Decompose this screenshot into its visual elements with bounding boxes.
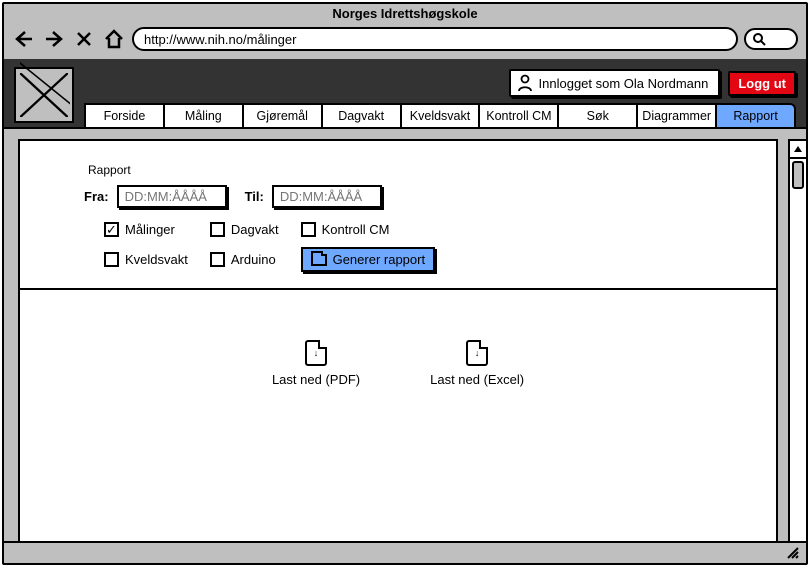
forward-button[interactable]	[42, 28, 66, 50]
browser-toolbar: http://www.nih.no/målinger	[4, 23, 806, 59]
fieldset-legend: Rapport	[84, 163, 135, 177]
search-icon	[752, 32, 766, 46]
logged-in-text: Innlogget som Ola Nordmann	[539, 76, 709, 91]
from-label: Fra:	[84, 189, 109, 204]
tab-rapport[interactable]: Rapport	[715, 103, 796, 127]
checkbox-icon	[210, 222, 225, 237]
tab-diagrammer[interactable]: Diagrammer	[636, 103, 717, 127]
download-pdf-button[interactable]: ↓ Last ned (PDF)	[272, 340, 360, 387]
scroll-up-button[interactable]	[790, 141, 806, 159]
nav-tabs: Forside Måling Gjøremål Dagvakt Kveldsva…	[84, 103, 796, 127]
check-arduino[interactable]: Arduino	[210, 247, 279, 272]
user-icon	[517, 74, 533, 92]
logo-placeholder	[14, 67, 74, 123]
report-page: Rapport Fra: Til: Målinger	[18, 139, 778, 541]
generate-label: Generer rapport	[333, 252, 426, 267]
tab-kveldsvakt[interactable]: Kveldsvakt	[400, 103, 481, 127]
download-excel-label: Last ned (Excel)	[430, 372, 524, 387]
checkbox-icon	[104, 222, 119, 237]
check-malinger[interactable]: Målinger	[104, 222, 188, 237]
to-label: Til:	[245, 189, 264, 204]
check-kveldsvakt[interactable]: Kveldsvakt	[104, 247, 188, 272]
from-date-input[interactable]	[117, 185, 227, 208]
logout-button[interactable]: Logg ut	[728, 71, 796, 96]
app-header: Innlogget som Ola Nordmann Logg ut Forsi…	[4, 59, 806, 129]
divider	[20, 288, 776, 290]
check-label: Dagvakt	[231, 222, 279, 237]
tab-forside[interactable]: Forside	[84, 103, 165, 127]
generate-report-button[interactable]: Generer rapport	[301, 247, 436, 272]
check-label: Kveldsvakt	[125, 252, 188, 267]
download-excel-button[interactable]: ↓ Last ned (Excel)	[430, 340, 524, 387]
report-fieldset: Rapport Fra: Til: Målinger	[80, 153, 716, 282]
status-bar	[4, 541, 806, 563]
check-dagvakt[interactable]: Dagvakt	[210, 222, 279, 237]
window-title: Norges Idrettshøgskole	[4, 4, 806, 23]
user-badge: Innlogget som Ola Nordmann	[509, 69, 721, 97]
check-label: Arduino	[231, 252, 276, 267]
pdf-file-icon: ↓	[305, 340, 327, 366]
check-label: Målinger	[125, 222, 175, 237]
content-area: Rapport Fra: Til: Målinger	[4, 129, 806, 541]
search-box[interactable]	[744, 28, 798, 50]
check-kontroll-cm[interactable]: Kontroll CM	[301, 222, 436, 237]
browser-window: Norges Idrettshøgskole http://www.nih.no…	[2, 2, 808, 565]
checkbox-icon	[210, 252, 225, 267]
url-text: http://www.nih.no/målinger	[144, 32, 296, 47]
back-button[interactable]	[12, 28, 36, 50]
checkbox-icon	[104, 252, 119, 267]
tab-maling[interactable]: Måling	[163, 103, 244, 127]
excel-file-icon: ↓	[466, 340, 488, 366]
downloads-row: ↓ Last ned (PDF) ↓ Last ned (Excel)	[80, 340, 716, 387]
checkbox-icon	[301, 222, 316, 237]
url-bar[interactable]: http://www.nih.no/målinger	[132, 27, 738, 51]
tab-gjoremal[interactable]: Gjøremål	[242, 103, 323, 127]
folder-icon	[311, 254, 327, 266]
stop-button[interactable]	[72, 28, 96, 50]
scrollbar[interactable]	[788, 139, 806, 541]
check-label: Kontroll CM	[322, 222, 390, 237]
home-button[interactable]	[102, 28, 126, 50]
tab-sok[interactable]: Søk	[557, 103, 638, 127]
tab-dagvakt[interactable]: Dagvakt	[321, 103, 402, 127]
tab-kontroll-cm[interactable]: Kontroll CM	[478, 103, 559, 127]
scroll-thumb[interactable]	[792, 161, 804, 189]
resize-grip-icon[interactable]	[786, 546, 800, 560]
download-pdf-label: Last ned (PDF)	[272, 372, 360, 387]
to-date-input[interactable]	[272, 185, 382, 208]
